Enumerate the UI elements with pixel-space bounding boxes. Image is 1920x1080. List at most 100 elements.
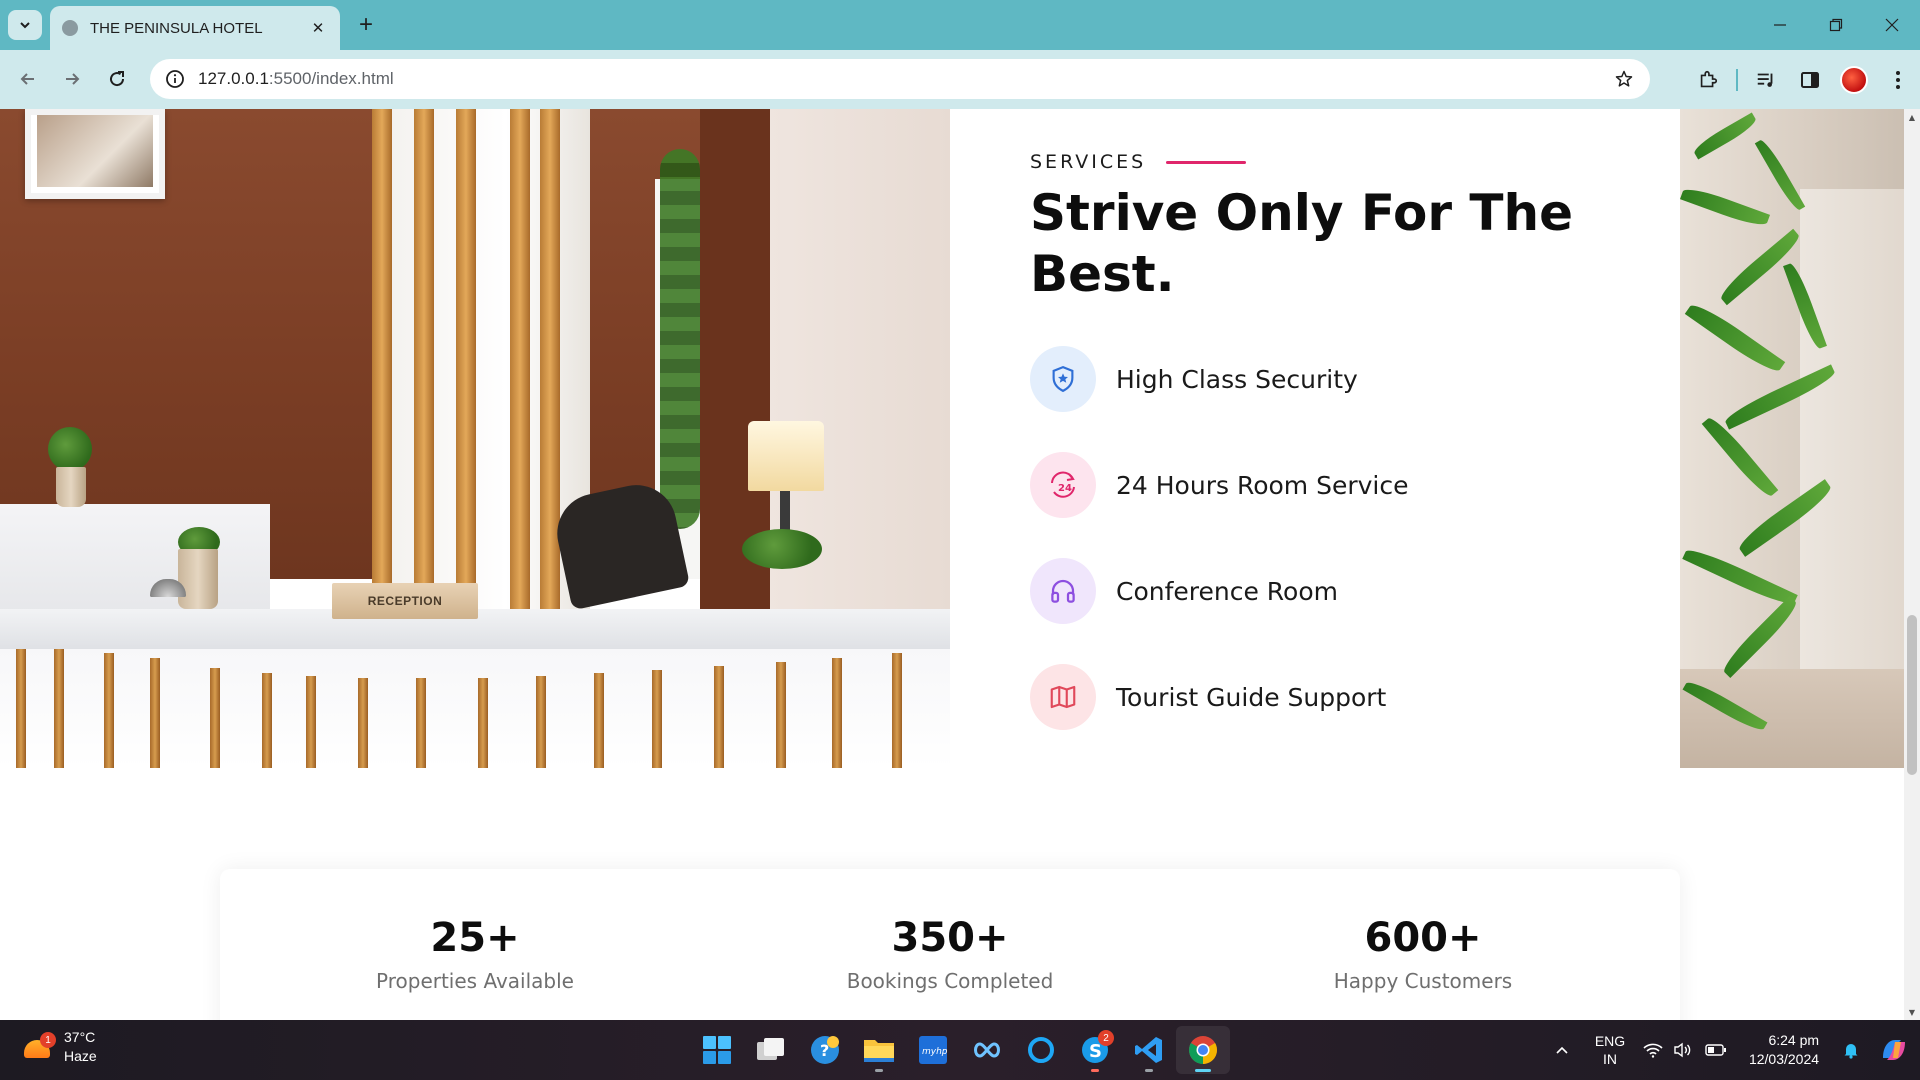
bell-icon: [1844, 1044, 1858, 1059]
show-hidden-icons-button[interactable]: [1542, 1020, 1582, 1080]
task-view-button[interactable]: [744, 1026, 798, 1074]
svg-text:?: ?: [820, 1041, 829, 1060]
reception-sign: RECEPTION: [332, 583, 478, 619]
skype-app[interactable]: S 2: [1068, 1026, 1122, 1074]
file-explorer-app[interactable]: [852, 1026, 906, 1074]
clock-time: 6:24 pm: [1768, 1032, 1820, 1048]
clock-date: 12/03/2024: [1748, 1051, 1820, 1067]
speaker-icon: [1674, 1042, 1691, 1058]
services-eyebrow-text: SERVICES: [1030, 151, 1147, 173]
browser-titlebar: THE PENINSULA HOTEL ✕ +: [0, 0, 1920, 50]
stat-customers: 600+ Happy Customers: [1258, 913, 1588, 993]
chevron-up-icon: [1556, 1046, 1568, 1054]
bookmark-star-icon[interactable]: [1612, 67, 1636, 91]
services-section: SERVICES Strive Only For The Best. High …: [950, 109, 1680, 768]
address-bar[interactable]: 127.0.0.1:5500/index.html: [150, 59, 1650, 99]
lang-code: ENG: [1594, 1033, 1626, 1049]
copilot-icon: [1883, 1040, 1905, 1060]
battery-status[interactable]: [1698, 1020, 1734, 1080]
myhp-app[interactable]: myhp: [906, 1026, 960, 1074]
arrow-right-icon: [66, 73, 80, 85]
back-button[interactable]: [12, 63, 44, 95]
language-indicator[interactable]: ENG IN: [1582, 1020, 1638, 1080]
system-tray: ENG IN 6:24 pm 12/03/2024: [1542, 1020, 1920, 1080]
help-app[interactable]: ?: [798, 1026, 852, 1074]
new-tab-button[interactable]: +: [352, 11, 380, 39]
toolbar-actions: [1686, 60, 1920, 100]
reload-button[interactable]: [101, 63, 133, 95]
infinity-app[interactable]: [960, 1026, 1014, 1074]
scrollbar-thumb[interactable]: [1907, 615, 1917, 775]
side-panel-button[interactable]: [1788, 60, 1832, 100]
minimize-button[interactable]: [1752, 0, 1808, 50]
stats-card: 25+ Properties Available 350+ Bookings C…: [220, 869, 1680, 1020]
kebab-menu-icon: [1896, 71, 1900, 89]
start-button[interactable]: [690, 1026, 744, 1074]
battery-icon: [1705, 1044, 1726, 1056]
wall-picture-frame: [25, 109, 165, 199]
browser-tab[interactable]: THE PENINSULA HOTEL ✕: [50, 6, 340, 50]
copilot-button[interactable]: [1868, 1020, 1920, 1080]
site-info-icon[interactable]: [164, 68, 186, 90]
scroll-down-arrow-icon[interactable]: ▼: [1904, 1004, 1920, 1020]
stat-number: 25+: [430, 915, 520, 961]
services-title: Strive Only For The Best.: [1030, 184, 1574, 303]
notification-badge: 2: [1098, 1030, 1114, 1046]
region-code: IN: [1603, 1051, 1617, 1067]
volume-status[interactable]: [1668, 1020, 1698, 1080]
weather-widget[interactable]: 1 37°C Haze: [22, 1028, 97, 1066]
windows-taskbar: 1 37°C Haze ? myhp S 2 ENG IN 6:24 pm 12…: [0, 1020, 1920, 1080]
service-item-conference: Conference Room: [1030, 558, 1408, 624]
restore-button[interactable]: [1808, 0, 1864, 50]
globe-icon: [62, 20, 78, 36]
page-scrollbar[interactable]: ▲ ▼: [1904, 109, 1920, 1020]
svg-text:24: 24: [1058, 483, 1072, 494]
wifi-icon: [1643, 1043, 1663, 1058]
service-item-room-service: 24 24 Hours Room Service: [1030, 452, 1408, 518]
profile-button[interactable]: [1832, 60, 1876, 100]
vscode-app[interactable]: [1122, 1026, 1176, 1074]
chevron-down-icon: [20, 22, 30, 29]
window-controls: [1752, 0, 1920, 50]
windows-logo-icon: [703, 1036, 731, 1064]
plant-photo: [1680, 109, 1904, 768]
weather-haze-icon: 1: [22, 1032, 56, 1062]
service-label: High Class Security: [1116, 364, 1358, 394]
24-hours-icon: 24: [1030, 452, 1096, 518]
stat-label: Bookings Completed: [846, 969, 1054, 993]
chrome-icon: [1189, 1036, 1217, 1064]
cortana-app[interactable]: [1014, 1026, 1068, 1074]
forward-button[interactable]: [56, 63, 88, 95]
stat-number: 350+: [891, 915, 1009, 961]
shield-star-icon: [1030, 346, 1096, 412]
toolbar-separator: [1736, 69, 1738, 91]
stat-label: Happy Customers: [1333, 969, 1513, 993]
service-label: 24 Hours Room Service: [1116, 470, 1409, 500]
close-icon: [1885, 18, 1899, 32]
scroll-up-arrow-icon[interactable]: ▲: [1904, 109, 1920, 125]
browser-toolbar: 127.0.0.1:5500/index.html: [0, 50, 1920, 109]
taskbar-apps: ? myhp S 2: [690, 1026, 1230, 1074]
close-tab-icon[interactable]: ✕: [308, 18, 328, 38]
side-panel-icon: [1801, 72, 1819, 88]
reload-icon: [110, 71, 125, 87]
chrome-app[interactable]: [1176, 1026, 1230, 1074]
weather-temp: 37°C: [64, 1029, 96, 1045]
avatar: [1840, 66, 1868, 94]
notifications-button[interactable]: [1834, 1020, 1868, 1080]
restore-icon: [1829, 18, 1843, 32]
extensions-button[interactable]: [1686, 60, 1730, 100]
service-label: Tourist Guide Support: [1116, 682, 1387, 712]
wifi-status[interactable]: [1638, 1020, 1668, 1080]
tab-title: THE PENINSULA HOTEL: [90, 19, 263, 37]
media-controls-button[interactable]: [1744, 60, 1788, 100]
page-viewport: RECEPTION SERVICES Strive Only For The B…: [0, 109, 1904, 1020]
stat-number: 600+: [1364, 915, 1482, 961]
clock[interactable]: 6:24 pm 12/03/2024: [1734, 1020, 1834, 1080]
close-window-button[interactable]: [1864, 0, 1920, 50]
browser-menu-button[interactable]: [1876, 60, 1920, 100]
task-view-icon: [757, 1038, 784, 1060]
service-item-tourist-guide: Tourist Guide Support: [1030, 664, 1408, 730]
tab-search-button[interactable]: [8, 10, 42, 40]
url-text: 127.0.0.1:5500/index.html: [198, 69, 394, 88]
